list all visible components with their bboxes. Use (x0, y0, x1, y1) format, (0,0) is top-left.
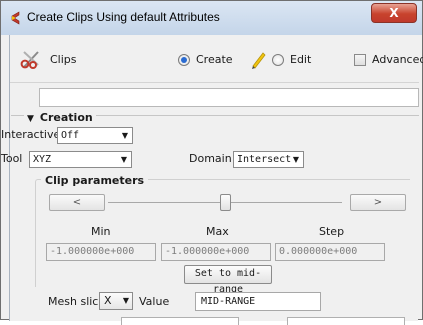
max-field[interactable]: -1.000000e+000 (161, 243, 271, 261)
clip-slider-thumb[interactable] (220, 194, 231, 211)
collapse-triangle-icon[interactable]: ▼ (27, 114, 34, 124)
create-radio[interactable] (178, 54, 190, 66)
partial-field[interactable] (121, 317, 239, 325)
dialog-window: Create Clips Using default Attributes X … (0, 0, 423, 325)
value-label: Value (139, 295, 170, 308)
chevron-down-icon: ▼ (120, 155, 127, 164)
interactive-value: Off (61, 130, 80, 141)
interactive-label: Interactive (1, 128, 61, 141)
close-button[interactable]: X (371, 3, 417, 23)
min-label: Min (91, 225, 111, 238)
max-label: Max (206, 225, 229, 238)
step-label: Step (319, 225, 345, 238)
min-field[interactable]: -1.000000e+000 (46, 243, 156, 261)
window-title: Create Clips Using default Attributes (27, 10, 220, 24)
creation-header[interactable]: ▼ Creation (24, 111, 96, 124)
chevron-down-icon: ▼ (292, 155, 299, 164)
tool-label: Tool (1, 152, 23, 165)
title-bar[interactable]: Create Clips Using default Attributes X (1, 1, 422, 35)
domain-value: Intersect (237, 154, 292, 165)
set-to-mid-range-button[interactable]: Set to mid-range (184, 265, 272, 295)
toolbar: Clips Create Edit Advanced (10, 35, 423, 83)
step-field[interactable]: 0.000000e+000 (275, 243, 385, 261)
clips-label: Clips (50, 53, 77, 66)
mesh-slice-axis-value: X (104, 294, 112, 307)
clip-parameters-title: Clip parameters (41, 174, 149, 187)
domain-select[interactable]: Intersect ▼ (233, 151, 304, 168)
chevron-down-icon: ▼ (122, 296, 129, 305)
mesh-slice-label: Mesh slice (48, 295, 106, 308)
chevron-left-icon: < (72, 197, 82, 208)
app-icon (11, 11, 20, 25)
tool-select[interactable]: XYZ ▼ (29, 151, 132, 168)
create-label[interactable]: Create (196, 53, 233, 66)
name-input[interactable] (39, 88, 419, 107)
interactive-select[interactable]: Off ▼ (57, 127, 133, 144)
advanced-label[interactable]: Advanced (372, 53, 423, 66)
chevron-down-icon: ▼ (121, 131, 128, 140)
next-step-button[interactable]: > (350, 194, 406, 211)
tool-value: XYZ (33, 154, 52, 165)
chevron-right-icon: > (373, 197, 383, 208)
edit-label[interactable]: Edit (290, 53, 311, 66)
mesh-slice-axis-select[interactable]: X ▼ (99, 292, 133, 310)
close-icon: X (389, 6, 399, 20)
partial-field[interactable] (287, 317, 405, 325)
pencil-icon (252, 52, 266, 69)
advanced-checkbox[interactable] (354, 54, 366, 66)
scissors-icon (20, 51, 39, 69)
mesh-slice-value-input[interactable]: MID-RANGE (195, 292, 321, 311)
toolbar-divider (10, 82, 419, 83)
edit-radio[interactable] (272, 54, 284, 66)
creation-title: Creation (39, 111, 93, 124)
domain-label: Domain (189, 152, 232, 165)
prev-step-button[interactable]: < (49, 194, 105, 211)
